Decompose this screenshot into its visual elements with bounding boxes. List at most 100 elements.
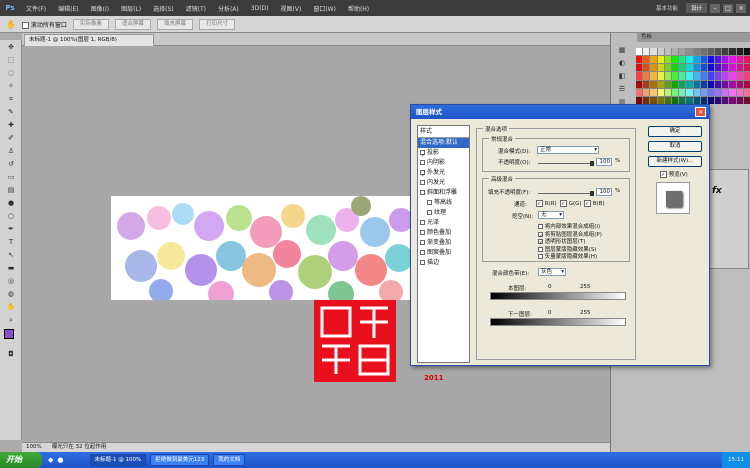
swatch-cell[interactable]: [736, 64, 743, 72]
style-checkbox[interactable]: [420, 250, 425, 255]
channel-g-checkbox[interactable]: ✓ G(G): [560, 200, 582, 207]
swatch-cell[interactable]: [729, 72, 736, 80]
style-checkbox[interactable]: [420, 180, 425, 185]
3d-rotate-tool-icon[interactable]: ◎: [3, 275, 19, 287]
swatch-cell[interactable]: [743, 96, 750, 104]
swatch-cell[interactable]: [657, 56, 664, 64]
swatch-cell[interactable]: [715, 64, 722, 72]
adjustments-panel-icon[interactable]: ◐: [614, 57, 630, 69]
style-item[interactable]: 颜色叠加: [418, 228, 469, 238]
fill-opacity-input[interactable]: 100: [596, 188, 612, 196]
fit-screen-button[interactable]: 适合屏幕: [114, 18, 151, 30]
style-item[interactable]: 光泽: [418, 218, 469, 228]
swatches-panel-title[interactable]: 色板: [637, 33, 750, 42]
menu-help[interactable]: 帮助(H): [342, 4, 375, 13]
menu-analysis[interactable]: 分析(A): [212, 4, 245, 13]
style-checkbox[interactable]: ✓: [420, 170, 425, 179]
swatch-cell[interactable]: [686, 56, 693, 64]
marquee-tool-icon[interactable]: ⬚: [3, 54, 19, 66]
move-tool-icon[interactable]: ✥: [3, 41, 19, 53]
swatch-cell[interactable]: [700, 64, 707, 72]
swatch-cell[interactable]: [664, 96, 671, 104]
maximize-icon[interactable]: □: [723, 3, 733, 13]
quick-mask-icon[interactable]: ◘: [3, 348, 19, 360]
style-checkbox[interactable]: [427, 200, 432, 205]
swatch-cell[interactable]: [657, 64, 664, 72]
swatch-cell[interactable]: [679, 48, 686, 56]
dialog-close-icon[interactable]: ×: [695, 107, 706, 117]
swatch-cell[interactable]: [636, 88, 643, 96]
swatch-cell[interactable]: [715, 48, 722, 56]
swatch-cell[interactable]: [743, 64, 750, 72]
color-swatches[interactable]: [0, 327, 21, 347]
blend-if-select[interactable]: 灰色 ▾: [538, 268, 566, 276]
swatch-cell[interactable]: [729, 56, 736, 64]
start-button[interactable]: 开始: [0, 452, 42, 468]
pen-tool-icon[interactable]: ✒: [3, 223, 19, 235]
swatch-cell[interactable]: [650, 56, 657, 64]
menu-edit[interactable]: 编辑(E): [52, 4, 84, 13]
cancel-button[interactable]: 取消: [648, 141, 702, 152]
swatch-cell[interactable]: [729, 64, 736, 72]
swatch-cell[interactable]: [736, 88, 743, 96]
style-item[interactable]: 斜面和浮雕: [418, 188, 469, 198]
swatch-cell[interactable]: [729, 80, 736, 88]
swatch-cell[interactable]: [686, 80, 693, 88]
task-folder[interactable]: 拒绝做到最美元123: [150, 454, 210, 466]
style-item[interactable]: 内阴影: [418, 158, 469, 168]
swatch-cell[interactable]: [722, 64, 729, 72]
style-item[interactable]: ✓ 外发光: [418, 168, 469, 179]
swatch-cell[interactable]: [636, 56, 643, 64]
preview-checkbox[interactable]: ✓ 预览(V): [660, 170, 688, 178]
swatch-cell[interactable]: [671, 48, 679, 56]
style-checkbox[interactable]: [427, 210, 432, 215]
lasso-tool-icon[interactable]: ◌: [3, 67, 19, 79]
swatch-cell[interactable]: [722, 80, 729, 88]
menu-3d[interactable]: 3D(D): [245, 5, 275, 12]
style-checkbox[interactable]: [420, 230, 425, 235]
swatch-cell[interactable]: [650, 96, 657, 104]
style-checkbox[interactable]: [420, 190, 425, 195]
foreground-color[interactable]: [4, 329, 14, 339]
shape-tool-icon[interactable]: ▬: [3, 262, 19, 274]
swatch-cell[interactable]: [686, 88, 693, 96]
layers-panel-icon[interactable]: ☰: [614, 83, 630, 95]
swatch-cell[interactable]: [643, 48, 650, 56]
swatch-cell[interactable]: [671, 88, 679, 96]
swatch-cell[interactable]: [743, 88, 750, 96]
swatch-cell[interactable]: [736, 96, 743, 104]
swatch-cell[interactable]: [636, 96, 643, 104]
swatch-cell[interactable]: [722, 72, 729, 80]
swatch-cell[interactable]: [643, 80, 650, 88]
swatch-cell[interactable]: [671, 56, 679, 64]
swatch-cell[interactable]: [707, 48, 715, 56]
style-checkbox[interactable]: [420, 220, 425, 225]
workspace-essentials[interactable]: 基本功能: [651, 3, 683, 13]
swatch-cell[interactable]: [643, 88, 650, 96]
swatch-cell[interactable]: [736, 72, 743, 80]
swatch-cell[interactable]: [736, 56, 743, 64]
opacity-input[interactable]: 100: [596, 158, 612, 166]
swatch-cell[interactable]: [693, 72, 700, 80]
swatch-cell[interactable]: [693, 96, 700, 104]
style-item[interactable]: 等高线: [418, 198, 469, 208]
swatch-cell[interactable]: [650, 72, 657, 80]
opacity-slider[interactable]: [538, 163, 592, 164]
menu-select[interactable]: 选择(S): [147, 4, 180, 13]
style-item[interactable]: 图案叠加: [418, 248, 469, 258]
swatch-cell[interactable]: [707, 96, 715, 104]
task-my-documents[interactable]: 我的文档: [213, 454, 246, 466]
gradient-tool-icon[interactable]: ▤: [3, 184, 19, 196]
swatch-cell[interactable]: [715, 72, 722, 80]
swatch-cell[interactable]: [664, 56, 671, 64]
workspace-design[interactable]: 设计: [685, 3, 707, 13]
this-layer-gradient[interactable]: [490, 292, 626, 300]
fill-opacity-slider[interactable]: [538, 193, 592, 194]
swatch-cell[interactable]: [736, 48, 743, 56]
swatch-cell[interactable]: [686, 64, 693, 72]
swatch-cell[interactable]: [700, 88, 707, 96]
path-select-tool-icon[interactable]: ↖: [3, 249, 19, 261]
swatch-cell[interactable]: [700, 80, 707, 88]
swatch-cell[interactable]: [707, 80, 715, 88]
swatch-cell[interactable]: [679, 64, 686, 72]
